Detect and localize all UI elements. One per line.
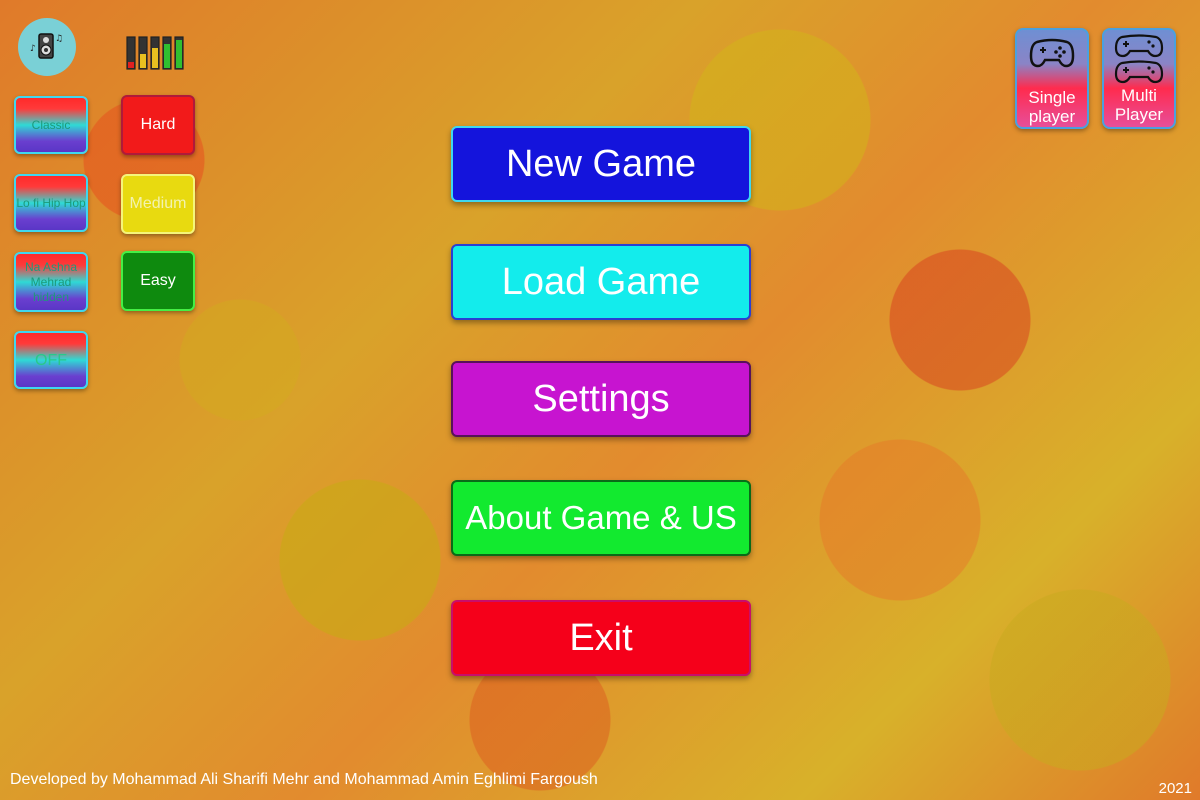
music-na-ashna-label: Na Ashna Mehrad hidden xyxy=(24,259,78,304)
credits-text: Developed by Mohammad Ali Sharifi Mehr a… xyxy=(10,771,598,788)
load-game-label: Load Game xyxy=(501,260,701,303)
settings-label: Settings xyxy=(532,377,670,420)
gamepad-icon xyxy=(1029,38,1075,68)
about-button[interactable]: About Game & US xyxy=(451,480,751,556)
svg-text:♪: ♪ xyxy=(30,44,36,54)
difficulty-easy-label: Easy xyxy=(140,272,176,289)
difficulty-easy-button[interactable]: Easy xyxy=(121,251,195,311)
music-na-ashna-button[interactable]: Na Ashna Mehrad hidden xyxy=(14,252,88,312)
equalizer-icon[interactable] xyxy=(126,36,188,70)
multi-player-label: Multi Player xyxy=(1114,86,1164,124)
single-player-button[interactable]: Single player xyxy=(1015,28,1089,129)
difficulty-hard-button[interactable]: Hard xyxy=(121,95,195,155)
multi-player-button[interactable]: Multi Player xyxy=(1102,28,1176,129)
year-text: 2021 xyxy=(1158,780,1192,797)
difficulty-medium-button[interactable]: Medium xyxy=(121,174,195,234)
svg-text:♫: ♫ xyxy=(55,34,63,44)
difficulty-hard-label: Hard xyxy=(140,116,176,133)
exit-label: Exit xyxy=(569,616,633,659)
settings-button[interactable]: Settings xyxy=(451,361,751,437)
load-game-button[interactable]: Load Game xyxy=(451,244,751,320)
about-label: About Game & US xyxy=(465,499,737,536)
music-classic-button[interactable]: Classic xyxy=(14,96,88,154)
music-classic-label: Classic xyxy=(31,117,71,132)
new-game-button[interactable]: New Game xyxy=(451,126,751,202)
music-off-button[interactable]: OFF xyxy=(14,331,88,389)
single-player-label: Single player xyxy=(1028,88,1076,126)
difficulty-medium-label: Medium xyxy=(129,195,187,212)
new-game-label: New Game xyxy=(505,142,697,185)
two-gamepads-icon xyxy=(1114,34,1164,84)
speaker-music-icon[interactable]: ♪ ♫ xyxy=(18,18,76,76)
music-lofi-label: Lo fi Hip Hop xyxy=(16,195,86,210)
music-lofi-button[interactable]: Lo fi Hip Hop xyxy=(14,174,88,232)
exit-button[interactable]: Exit xyxy=(451,600,751,676)
music-off-label: OFF xyxy=(35,351,67,369)
